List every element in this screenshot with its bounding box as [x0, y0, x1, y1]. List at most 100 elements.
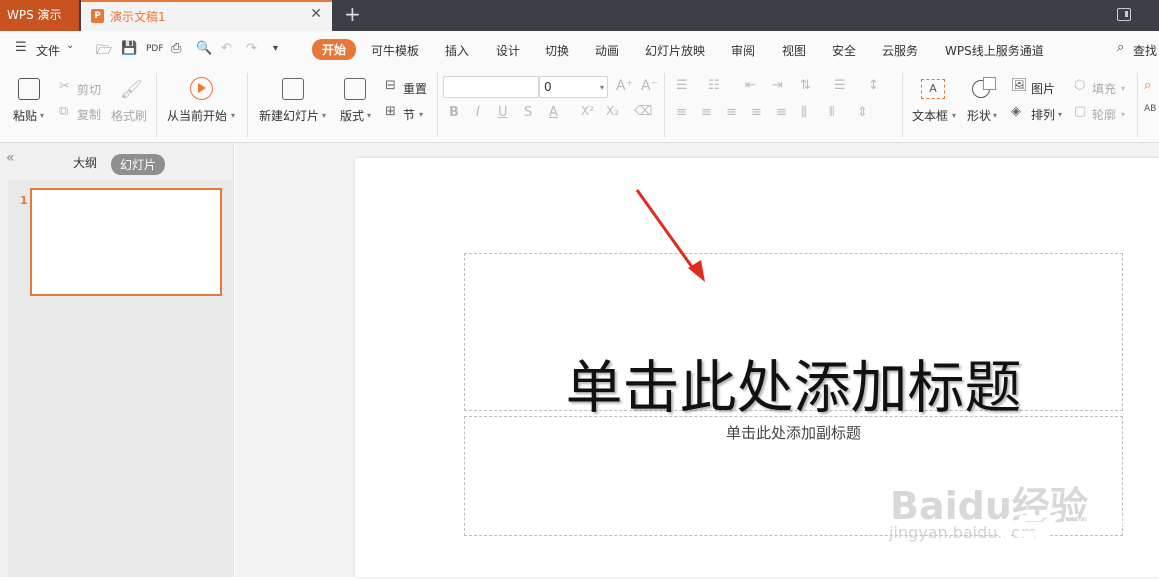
paragraph-spacing-icon[interactable]: ⇕ — [857, 105, 868, 120]
column-spacing-icon[interactable]: ⫴ — [829, 105, 834, 120]
chevron-down-icon[interactable]: ▾ — [322, 111, 326, 120]
align-left-icon[interactable]: ≡ — [676, 105, 687, 120]
print-icon[interactable]: ⎙ — [171, 41, 181, 56]
chevron-down-icon[interactable]: ▾ — [1121, 110, 1125, 119]
picture-button[interactable]: 图片 — [1031, 80, 1055, 97]
text-box-icon[interactable]: A — [921, 79, 945, 99]
chevron-down-icon[interactable]: ▾ — [1058, 110, 1062, 119]
paste-icon[interactable] — [18, 78, 40, 100]
export-pdf-icon[interactable]: PDF — [146, 44, 164, 54]
menu-item-view[interactable]: 视图 — [782, 42, 806, 59]
superscript-icon[interactable]: X² — [581, 104, 594, 118]
increase-indent-icon[interactable]: ⇥ — [772, 78, 783, 93]
chevron-down-icon[interactable]: ▾ — [231, 111, 235, 120]
font-size-field[interactable]: 0 ▾ — [539, 76, 608, 98]
align-right-icon[interactable]: ≡ — [726, 105, 737, 120]
paste-button[interactable]: 粘贴 — [13, 107, 37, 124]
menu-item-design[interactable]: 设计 — [496, 42, 520, 59]
chevron-down-icon[interactable]: ▾ — [600, 83, 604, 92]
text-direction-icon[interactable]: ⇅ — [800, 78, 811, 93]
format-painter-button[interactable]: 格式刷 — [111, 107, 147, 124]
chevron-down-icon[interactable]: ▾ — [367, 111, 371, 120]
font-color-icon[interactable]: A — [549, 105, 558, 120]
tab-outline[interactable]: 大纲 — [73, 154, 97, 171]
italic-icon[interactable]: I — [476, 105, 480, 120]
shrink-font-icon[interactable]: A⁻ — [641, 78, 658, 94]
print-preview-icon[interactable]: 🔍 — [196, 41, 212, 56]
fill-button[interactable]: 填充 — [1092, 80, 1116, 97]
reset-button[interactable]: 重置 — [403, 80, 427, 97]
chevron-down-icon[interactable]: ⌄ — [66, 40, 74, 51]
menu-item-insert[interactable]: 插入 — [445, 42, 469, 59]
customize-toolbar-icon[interactable]: ▾ — [273, 43, 278, 54]
chevron-down-icon[interactable]: ▾ — [40, 111, 44, 120]
chevron-down-icon[interactable]: ▾ — [419, 110, 423, 119]
search-icon[interactable]: ⌕ — [1117, 40, 1124, 55]
slide-thumbnail-list: 1 — [8, 180, 232, 577]
menu-item-cloud[interactable]: 云服务 — [882, 42, 918, 59]
font-size-value: 0 — [544, 80, 552, 94]
align-text-icon[interactable]: ☰ — [834, 78, 846, 93]
slide-thumbnail[interactable] — [30, 188, 222, 296]
undo-icon[interactable]: ↶ — [221, 41, 232, 56]
copy-button[interactable]: 复制 — [77, 106, 101, 123]
align-center-icon[interactable]: ≡ — [701, 105, 712, 120]
text-box-button[interactable]: 文本框 — [912, 107, 948, 124]
new-tab-button[interactable]: + — [344, 2, 361, 26]
slide-number: 1 — [20, 194, 28, 207]
save-icon[interactable]: 💾 — [121, 41, 137, 56]
numbered-list-icon[interactable]: ☷ — [708, 78, 720, 93]
subscript-icon[interactable]: X₂ — [606, 104, 619, 118]
copy-icon: ⧉ — [59, 104, 69, 119]
play-from-current-button[interactable]: 从当前开始 — [167, 107, 227, 124]
shape-button[interactable]: 形状 — [967, 107, 991, 124]
document-tab[interactable]: P 演示文稿1 ✕ — [81, 0, 332, 31]
redo-icon[interactable]: ↷ — [246, 41, 257, 56]
collapse-panel-icon[interactable]: « — [6, 150, 15, 166]
columns-icon[interactable]: ⫼ — [801, 105, 807, 120]
menu-item-transition[interactable]: 切换 — [545, 42, 569, 59]
layout-icon[interactable] — [344, 78, 366, 100]
menu-item-review[interactable]: 审阅 — [731, 42, 755, 59]
hamburger-icon[interactable]: ☰ — [15, 40, 27, 55]
layout-button[interactable]: 版式 — [340, 107, 364, 124]
menu-item-templates[interactable]: 可牛模板 — [371, 42, 419, 59]
divider — [437, 73, 438, 137]
cut-button[interactable]: 剪切 — [77, 81, 101, 98]
underline-icon[interactable]: U — [498, 105, 508, 120]
clear-format-icon[interactable]: ⌫ — [634, 104, 652, 119]
grow-font-icon[interactable]: A⁺ — [616, 78, 633, 94]
arrange-button[interactable]: 排列 — [1031, 106, 1055, 123]
outline-button[interactable]: 轮廓 — [1092, 106, 1116, 123]
chevron-down-icon[interactable]: ▾ — [952, 111, 956, 120]
open-icon[interactable]: 🗁 — [96, 41, 112, 63]
close-tab-icon[interactable]: ✕ — [310, 6, 322, 22]
window-layout-icon[interactable] — [1117, 8, 1131, 21]
new-slide-icon[interactable] — [282, 78, 304, 100]
chevron-down-icon[interactable]: ▾ — [993, 111, 997, 120]
distributed-icon[interactable]: ≡ — [776, 105, 787, 120]
font-name-field[interactable] — [443, 76, 539, 98]
play-icon[interactable] — [190, 77, 213, 100]
find-icon[interactable]: ⌕ — [1144, 78, 1151, 93]
section-button[interactable]: 节 — [403, 106, 415, 123]
tab-slides[interactable]: 幻灯片 — [111, 154, 166, 175]
new-slide-button[interactable]: 新建幻灯片 — [259, 107, 319, 124]
menu-item-online-service[interactable]: WPS线上服务通道 — [945, 42, 1044, 59]
replace-icon[interactable]: AB — [1144, 104, 1156, 114]
menu-item-start[interactable]: 开始 — [312, 39, 357, 60]
decrease-indent-icon[interactable]: ⇤ — [745, 78, 756, 93]
justify-icon[interactable]: ≡ — [751, 105, 762, 120]
bold-icon[interactable]: B — [449, 105, 459, 120]
text-shadow-icon[interactable]: S — [524, 105, 532, 120]
app-tab[interactable]: WPS 演示 — [0, 0, 79, 31]
search-button[interactable]: 查找 — [1133, 42, 1157, 59]
menu-item-security[interactable]: 安全 — [832, 42, 856, 59]
menu-item-animation[interactable]: 动画 — [595, 42, 619, 59]
file-menu[interactable]: 文件 — [36, 42, 60, 59]
line-spacing-icon[interactable]: ↕ — [868, 78, 879, 93]
bullet-list-icon[interactable]: ☰ — [676, 78, 688, 93]
chevron-down-icon[interactable]: ▾ — [1121, 84, 1125, 93]
document-title: 演示文稿1 — [110, 10, 166, 24]
menu-item-slideshow[interactable]: 幻灯片放映 — [645, 42, 705, 59]
